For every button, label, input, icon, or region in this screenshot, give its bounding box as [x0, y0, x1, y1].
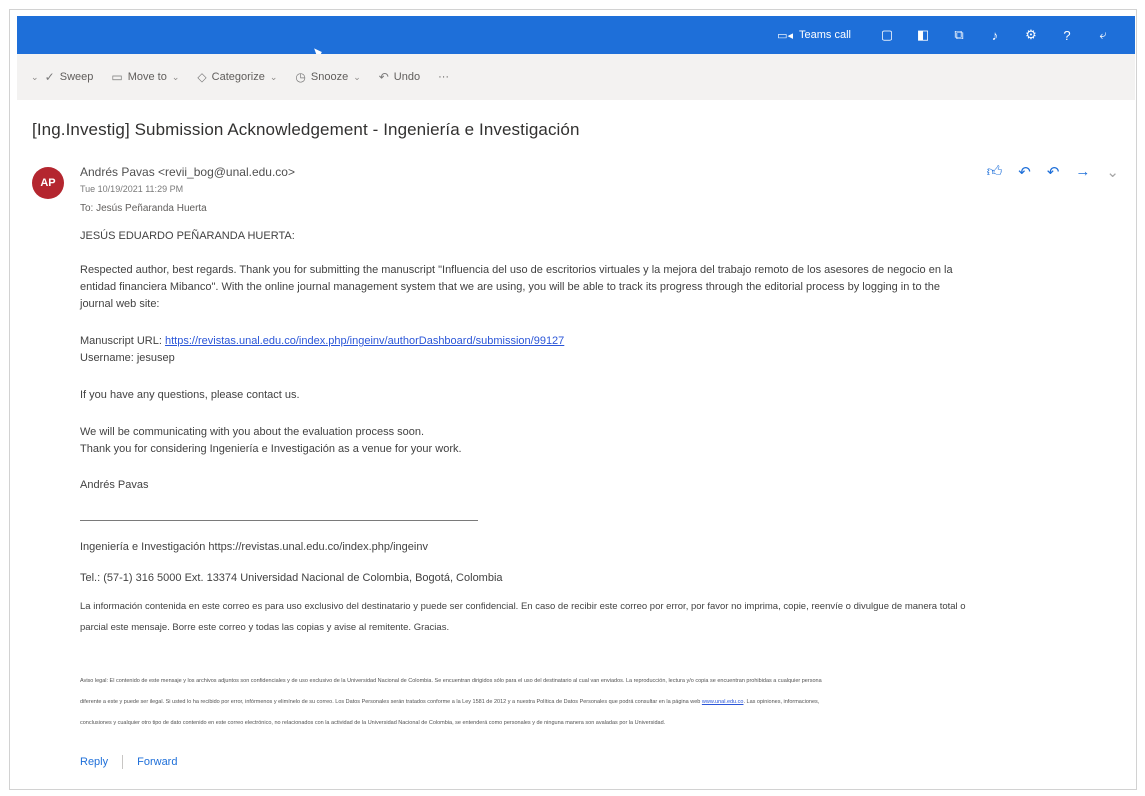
feedback-icon[interactable]: ⤶	[1085, 27, 1121, 43]
communicating-line: We will be communicating with you about …	[80, 426, 425, 438]
bell-icon[interactable]: ♪	[977, 28, 1013, 43]
gear-icon[interactable]: ⚙	[1013, 27, 1049, 43]
message-subject: [Ing.Investig] Submission Acknowledgemen…	[32, 120, 580, 139]
legal-notice-text: . Las opiniones, informaciones,	[743, 699, 820, 705]
legal-notice-link[interactable]: www.unal.edu.co	[702, 699, 744, 705]
thanks-line: Thank you for considering Ingeniería e I…	[80, 443, 462, 455]
undo-button[interactable]: ↶ Undo	[379, 70, 420, 84]
signature: Andrés Pavas	[80, 479, 149, 491]
clock-icon: ◷	[295, 70, 306, 84]
share-icon[interactable]: ⧉	[941, 27, 977, 43]
reply-icon[interactable]: ↶	[1018, 163, 1031, 181]
journal-line: Ingeniería e Investigación https://revis…	[80, 541, 428, 553]
signature-divider	[80, 520, 478, 521]
help-icon[interactable]: ?	[1049, 28, 1085, 43]
confidentiality-line: La información contenida en este correo …	[80, 601, 966, 612]
top-toolbar: ▭◂ Teams call ▢ ◧ ⧉ ♪ ⚙ ? ⤶	[17, 16, 1135, 54]
body-paragraph-line: Respected author, best regards. Thank yo…	[80, 264, 953, 276]
telephone-line: Tel.: (57-1) 316 5000 Ext. 13374 Univers…	[80, 572, 503, 584]
salutation: JESÚS EDUARDO PEÑARANDA HUERTA:	[80, 230, 295, 242]
teams-call-button[interactable]: ▭◂ Teams call	[777, 29, 851, 42]
sender-name[interactable]: Andrés Pavas <revii_bog@unal.edu.co>	[80, 165, 295, 179]
move-to-button[interactable]: ▭ Move to ⌄	[111, 70, 179, 84]
legal-notice-text: diferente a este y puede ser ilegal. Si …	[80, 699, 702, 705]
like-icon[interactable]: 👍︎	[987, 163, 1003, 181]
manuscript-url-line: Manuscript URL: https://revistas.unal.ed…	[80, 333, 564, 350]
forward-icon[interactable]: →	[1075, 163, 1090, 181]
legal-notice-line: diferente a este y puede ser ilegal. Si …	[80, 692, 819, 713]
categorize-button[interactable]: ◇ Categorize ⌄	[197, 70, 277, 84]
undo-label: Undo	[393, 71, 421, 83]
recipient-line: To: Jesús Peñaranda Huerta	[80, 203, 207, 214]
broom-icon: ✓	[44, 70, 55, 84]
reply-button[interactable]: Reply	[80, 756, 108, 768]
body-paragraph-line: journal web site:	[80, 298, 160, 310]
reply-all-icon[interactable]: ↶	[1047, 163, 1060, 181]
folder-move-icon: ▭	[111, 70, 123, 84]
sweep-button[interactable]: ✓ Sweep	[45, 70, 94, 84]
message-date: Tue 10/19/2021 11:29 PM	[80, 184, 184, 194]
snooze-button[interactable]: ◷ Snooze ⌄	[295, 70, 360, 84]
questions-line: If you have any questions, please contac…	[80, 389, 300, 401]
more-actions-icon[interactable]: ⌄	[1106, 163, 1119, 181]
teams-call-label: Teams call	[799, 29, 851, 41]
chevron-down-icon: ⌄	[269, 71, 278, 82]
sweep-label: Sweep	[59, 71, 94, 83]
teams-video-icon: ▭◂	[777, 29, 794, 42]
avatar[interactable]: AP	[32, 167, 64, 199]
message-actions: 👍︎ ↶ ↶ → ⌄	[987, 163, 1119, 181]
command-bar: ⌄ ✓ Sweep ▭ Move to ⌄ ◇ Categorize ⌄ ◷ S…	[17, 54, 1135, 100]
forward-button[interactable]: Forward	[137, 756, 177, 768]
categorize-label: Categorize	[211, 71, 265, 83]
move-to-label: Move to	[127, 71, 167, 83]
legal-notice-line: Aviso legal: El contenido de este mensaj…	[80, 678, 822, 684]
reply-forward-row: Reply Forward	[80, 755, 177, 769]
office-icon[interactable]: ◧	[905, 27, 941, 43]
undo-icon: ↶	[378, 70, 389, 84]
body-paragraph-line: entidad financiera Mibanco". With the on…	[80, 281, 940, 293]
tag-icon: ◇	[197, 70, 207, 84]
chevron-down-icon: ⌄	[353, 71, 361, 82]
more-icon: ···	[438, 71, 450, 83]
collapse-chevron-icon[interactable]: ⌄	[31, 72, 39, 83]
separator	[122, 755, 124, 769]
snooze-label: Snooze	[310, 71, 349, 83]
confidentiality-line: parcial este mensaje. Borre este correo …	[80, 622, 450, 633]
username-line: Username: jesusep	[80, 352, 175, 364]
manuscript-url-link[interactable]: https://revistas.unal.edu.co/index.php/i…	[165, 335, 564, 347]
chat-icon[interactable]: ▢	[869, 27, 905, 43]
legal-notice-line: conclusiones y cualquier otro tipo de da…	[80, 720, 666, 726]
manuscript-url-label: Manuscript URL:	[80, 335, 165, 347]
chevron-down-icon: ⌄	[171, 71, 180, 82]
more-options-button[interactable]: ···	[438, 71, 449, 83]
